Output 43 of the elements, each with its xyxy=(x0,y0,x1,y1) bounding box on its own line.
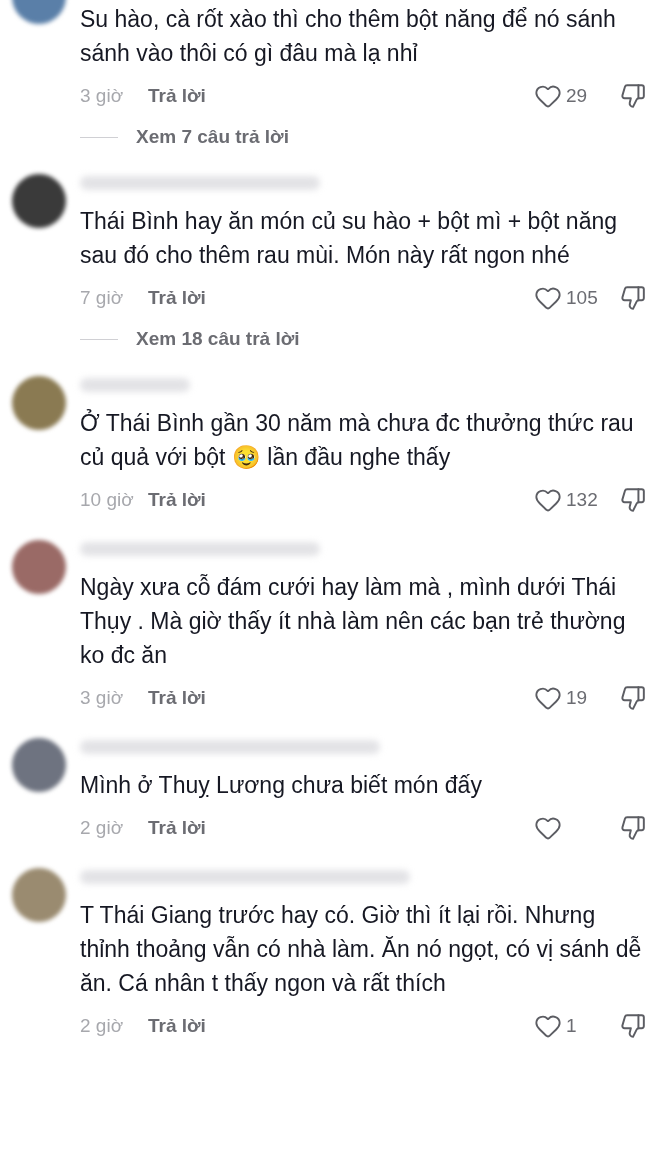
dislike-button[interactable] xyxy=(620,83,646,109)
comment-time: 2 giờ xyxy=(80,1015,125,1037)
dislike-button[interactable] xyxy=(620,815,646,841)
like-button[interactable]: 132 xyxy=(534,486,612,514)
like-count: 105 xyxy=(566,287,598,309)
avatar[interactable] xyxy=(12,174,66,228)
like-button[interactable]: 19 xyxy=(534,684,612,712)
dislike-button[interactable] xyxy=(620,487,646,513)
like-count: 132 xyxy=(566,489,598,511)
like-button[interactable]: 29 xyxy=(534,82,612,110)
thumbs-down-icon xyxy=(620,83,646,109)
thumbs-down-icon xyxy=(620,815,646,841)
like-count: 1 xyxy=(566,1015,577,1037)
thumbs-down-icon xyxy=(620,285,646,311)
comment-text: Thái Bình hay ăn món củ su hào + bột mì + bột năng sau đó cho thêm rau mùi. Món này rất ngon nhé xyxy=(80,207,619,270)
reply-button[interactable]: Trả lời xyxy=(148,489,206,511)
comment-text: Su hào, cà rốt xào thì cho thêm bột năng để nó sánh sánh vào thôi có gì đâu mà lạ nhỉ xyxy=(80,5,617,68)
reply-button[interactable]: Trả lời xyxy=(148,687,206,709)
dislike-button[interactable] xyxy=(620,685,646,711)
view-replies-link[interactable]: Xem 7 câu trả lời xyxy=(136,126,289,148)
reply-button[interactable]: Trả lời xyxy=(148,1015,206,1037)
like-count: 29 xyxy=(566,85,588,107)
thumbs-down-icon xyxy=(620,685,646,711)
reply-button[interactable]: Trả lời xyxy=(148,287,206,309)
reply-button[interactable]: Trả lời xyxy=(148,817,206,839)
comment-time: 3 giờ xyxy=(80,85,125,107)
comment-time: 3 giờ xyxy=(80,687,125,709)
comment-time: 2 giờ xyxy=(80,817,125,839)
comment-text: Mình ở Thuỵ Lương chưa biết món đấy xyxy=(80,771,483,800)
like-button[interactable]: 105 xyxy=(534,284,612,312)
thumbs-down-icon xyxy=(620,1013,646,1039)
thumbs-down-icon xyxy=(620,487,646,513)
comment-text: T Thái Giang trước hay có. Giờ thì ít lại rồi. Nhưng thỉnh thoảng vẫn có nhà làm. Ăn nó ngọt, có vị sánh dễ ăn. Cá nhân t thấy ngon và rất thích xyxy=(80,901,643,998)
comment-time: 7 giờ xyxy=(80,287,125,309)
comment-text: Ngày xưa cỗ đám cưới hay làm mà , mình dưới Thái Thụy . Mà giờ thấy ít nhà làm nên các bạn trẻ thường ko đc ăn xyxy=(80,573,627,670)
comment-time: 10 giờ xyxy=(80,489,135,511)
view-replies-link[interactable]: Xem 18 câu trả lời xyxy=(136,328,300,350)
like-button[interactable]: 1 xyxy=(534,1012,612,1040)
dislike-button[interactable] xyxy=(620,285,646,311)
comment-text: Ở Thái Bình gần 30 năm mà chưa đc thưởng thức rau củ quả với bột 🥹 lần đầu nghe thấy xyxy=(80,408,635,472)
dislike-button[interactable] xyxy=(620,1013,646,1039)
reply-button[interactable]: Trả lời xyxy=(148,85,206,107)
like-count: 19 xyxy=(566,687,588,709)
